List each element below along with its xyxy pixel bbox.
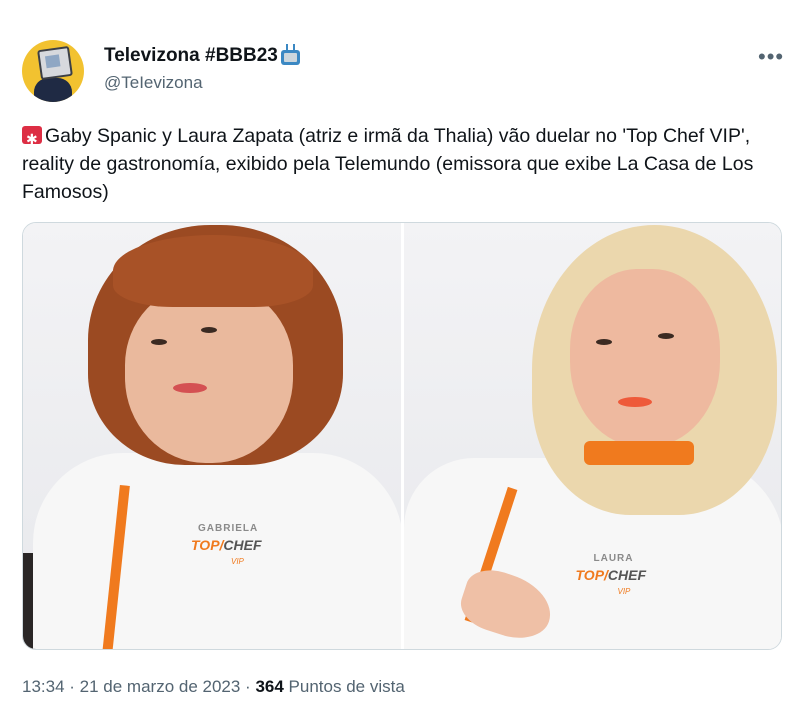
lips (617, 397, 652, 407)
more-options-icon[interactable]: ••• (758, 44, 784, 70)
logo-chef: CHEF (607, 567, 647, 583)
avatar-suit (34, 78, 72, 102)
meta-separator: · (240, 677, 256, 696)
avatar[interactable] (22, 40, 84, 102)
views-label: Puntos de vista (288, 677, 405, 696)
views-count: 364 (255, 677, 284, 696)
photo-gabriela[interactable]: GABRIELA TOP/CHEF VIP (23, 223, 401, 649)
eye (151, 339, 167, 345)
eye (595, 339, 612, 345)
television-icon (280, 49, 300, 65)
tweet-time[interactable]: 13:34 (22, 677, 65, 696)
jacket-name-tag: LAURA (593, 553, 634, 564)
top-chef-logo: TOP/CHEF (191, 537, 262, 553)
display-name[interactable]: Televizona #BBB23 (104, 45, 278, 67)
face (569, 269, 720, 447)
face (125, 285, 293, 463)
photo-laura[interactable]: LAURA TOP/CHEF VIP (403, 223, 781, 649)
eye (657, 333, 674, 339)
siren-icon (22, 125, 42, 153)
tweet-text: Gaby Spanic y Laura Zapata (atriz e irmã… (22, 122, 782, 206)
avatar-tv-head-icon (37, 45, 73, 81)
logo-chef: CHEF (223, 537, 262, 553)
tweet-media[interactable]: GABRIELA TOP/CHEF VIP LAURA TOP/CHEF VIP (22, 222, 782, 650)
jacket-collar (583, 441, 694, 465)
logo-vip: VIP (231, 557, 244, 566)
jacket-name-tag: GABRIELA (198, 523, 259, 534)
logo-top: TOP (191, 537, 220, 553)
tweet-date[interactable]: 21 de marzo de 2023 (80, 677, 241, 696)
eye (201, 327, 217, 333)
lips (173, 383, 207, 393)
logo-vip: VIP (617, 587, 631, 596)
tweet-meta: 13:34 · 21 de marzo de 2023 · 364 Puntos… (22, 677, 405, 697)
logo-top: TOP (575, 567, 605, 583)
display-name-row[interactable]: Televizona #BBB23 (104, 44, 300, 68)
bangs (113, 235, 313, 307)
top-chef-logo: TOP/CHEF (575, 567, 647, 583)
tweet-body: Gaby Spanic y Laura Zapata (atriz e irmã… (22, 125, 754, 203)
user-handle[interactable]: @TeIevizona (104, 73, 203, 93)
meta-separator: · (64, 677, 80, 696)
